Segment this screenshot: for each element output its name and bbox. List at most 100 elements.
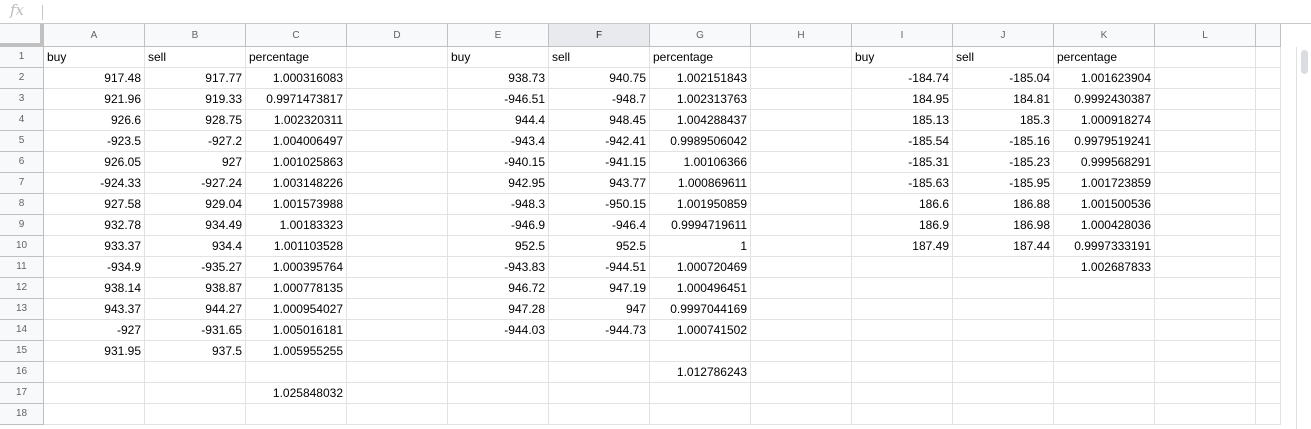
row-header-17[interactable]: 17 (0, 383, 44, 404)
cell-c11[interactable]: 1.000395764 (246, 257, 347, 278)
cell-j9[interactable]: 186.98 (953, 215, 1054, 236)
cell-extra16[interactable] (1256, 362, 1281, 383)
cell-l8[interactable] (1155, 194, 1256, 215)
cell-g10[interactable]: 1 (650, 236, 751, 257)
cell-i15[interactable] (852, 341, 953, 362)
cell-c5[interactable]: 1.004006497 (246, 131, 347, 152)
cell-g6[interactable]: 1.00106366 (650, 152, 751, 173)
cell-extra12[interactable] (1256, 278, 1281, 299)
cell-c2[interactable]: 1.000316083 (246, 68, 347, 89)
cell-h2[interactable] (751, 68, 852, 89)
column-header-i[interactable]: I (852, 24, 953, 47)
cell-d1[interactable] (347, 47, 448, 68)
cell-g9[interactable]: 0.9994719611 (650, 215, 751, 236)
row-header-5[interactable]: 5 (0, 131, 44, 152)
cell-e6[interactable]: -940.15 (448, 152, 549, 173)
cell-b3[interactable]: 919.33 (145, 89, 246, 110)
cell-b14[interactable]: -931.65 (145, 320, 246, 341)
cell-a8[interactable]: 927.58 (44, 194, 145, 215)
row-header-7[interactable]: 7 (0, 173, 44, 194)
cell-i9[interactable]: 186.9 (852, 215, 953, 236)
cell-extra1[interactable] (1256, 47, 1281, 68)
select-all-corner[interactable] (0, 24, 44, 47)
cell-d12[interactable] (347, 278, 448, 299)
cell-j8[interactable]: 186.88 (953, 194, 1054, 215)
cell-j14[interactable] (953, 320, 1054, 341)
column-header-j[interactable]: J (953, 24, 1054, 47)
cell-e10[interactable]: 952.5 (448, 236, 549, 257)
cell-k12[interactable] (1054, 278, 1155, 299)
cell-a6[interactable]: 926.05 (44, 152, 145, 173)
cell-e16[interactable] (448, 362, 549, 383)
row-header-6[interactable]: 6 (0, 152, 44, 173)
cell-k9[interactable]: 1.000428036 (1054, 215, 1155, 236)
cell-d7[interactable] (347, 173, 448, 194)
cell-c18[interactable] (246, 404, 347, 425)
cell-f3[interactable]: -948.7 (549, 89, 650, 110)
cell-d5[interactable] (347, 131, 448, 152)
cell-a4[interactable]: 926.6 (44, 110, 145, 131)
cell-h18[interactable] (751, 404, 852, 425)
cell-f11[interactable]: -944.51 (549, 257, 650, 278)
cell-b1[interactable]: sell (145, 47, 246, 68)
cell-c3[interactable]: 0.9971473817 (246, 89, 347, 110)
cell-c9[interactable]: 1.00183323 (246, 215, 347, 236)
cell-b8[interactable]: 929.04 (145, 194, 246, 215)
cell-d11[interactable] (347, 257, 448, 278)
cell-b5[interactable]: -927.2 (145, 131, 246, 152)
cell-a2[interactable]: 917.48 (44, 68, 145, 89)
cell-g13[interactable]: 0.9997044169 (650, 299, 751, 320)
column-header-a[interactable]: A (44, 24, 145, 47)
cell-a10[interactable]: 933.37 (44, 236, 145, 257)
cell-j3[interactable]: 184.81 (953, 89, 1054, 110)
cell-d10[interactable] (347, 236, 448, 257)
cell-i3[interactable]: 184.95 (852, 89, 953, 110)
row-header-9[interactable]: 9 (0, 215, 44, 236)
cell-l6[interactable] (1155, 152, 1256, 173)
cell-i17[interactable] (852, 383, 953, 404)
cell-l16[interactable] (1155, 362, 1256, 383)
cell-i16[interactable] (852, 362, 953, 383)
cell-c17[interactable]: 1.025848032 (246, 383, 347, 404)
cell-c6[interactable]: 1.001025863 (246, 152, 347, 173)
cell-k6[interactable]: 0.999568291 (1054, 152, 1155, 173)
column-header-h[interactable]: H (751, 24, 852, 47)
cell-e13[interactable]: 947.28 (448, 299, 549, 320)
cell-d15[interactable] (347, 341, 448, 362)
cell-b18[interactable] (145, 404, 246, 425)
column-header-e[interactable]: E (448, 24, 549, 47)
cell-k3[interactable]: 0.9992430387 (1054, 89, 1155, 110)
cell-a11[interactable]: -934.9 (44, 257, 145, 278)
cell-f4[interactable]: 948.45 (549, 110, 650, 131)
cell-c7[interactable]: 1.003148226 (246, 173, 347, 194)
column-header-extra[interactable] (1256, 24, 1281, 47)
cell-h4[interactable] (751, 110, 852, 131)
cell-i5[interactable]: -185.54 (852, 131, 953, 152)
cell-extra7[interactable] (1256, 173, 1281, 194)
cell-f7[interactable]: 943.77 (549, 173, 650, 194)
cell-k10[interactable]: 0.9997333191 (1054, 236, 1155, 257)
cell-f1[interactable]: sell (549, 47, 650, 68)
cell-j18[interactable] (953, 404, 1054, 425)
cell-k7[interactable]: 1.001723859 (1054, 173, 1155, 194)
cell-f10[interactable]: 952.5 (549, 236, 650, 257)
row-header-2[interactable]: 2 (0, 68, 44, 89)
column-header-c[interactable]: C (246, 24, 347, 47)
column-header-k[interactable]: K (1054, 24, 1155, 47)
cell-g11[interactable]: 1.000720469 (650, 257, 751, 278)
cell-d3[interactable] (347, 89, 448, 110)
cell-j10[interactable]: 187.44 (953, 236, 1054, 257)
cell-b10[interactable]: 934.4 (145, 236, 246, 257)
cell-i7[interactable]: -185.63 (852, 173, 953, 194)
cell-extra14[interactable] (1256, 320, 1281, 341)
cell-l1[interactable] (1155, 47, 1256, 68)
column-header-d[interactable]: D (347, 24, 448, 47)
cell-extra6[interactable] (1256, 152, 1281, 173)
cell-k2[interactable]: 1.001623904 (1054, 68, 1155, 89)
formula-input[interactable] (48, 2, 1292, 23)
cell-g17[interactable] (650, 383, 751, 404)
cell-extra15[interactable] (1256, 341, 1281, 362)
cell-e5[interactable]: -943.4 (448, 131, 549, 152)
cell-extra11[interactable] (1256, 257, 1281, 278)
cell-extra18[interactable] (1256, 404, 1281, 425)
